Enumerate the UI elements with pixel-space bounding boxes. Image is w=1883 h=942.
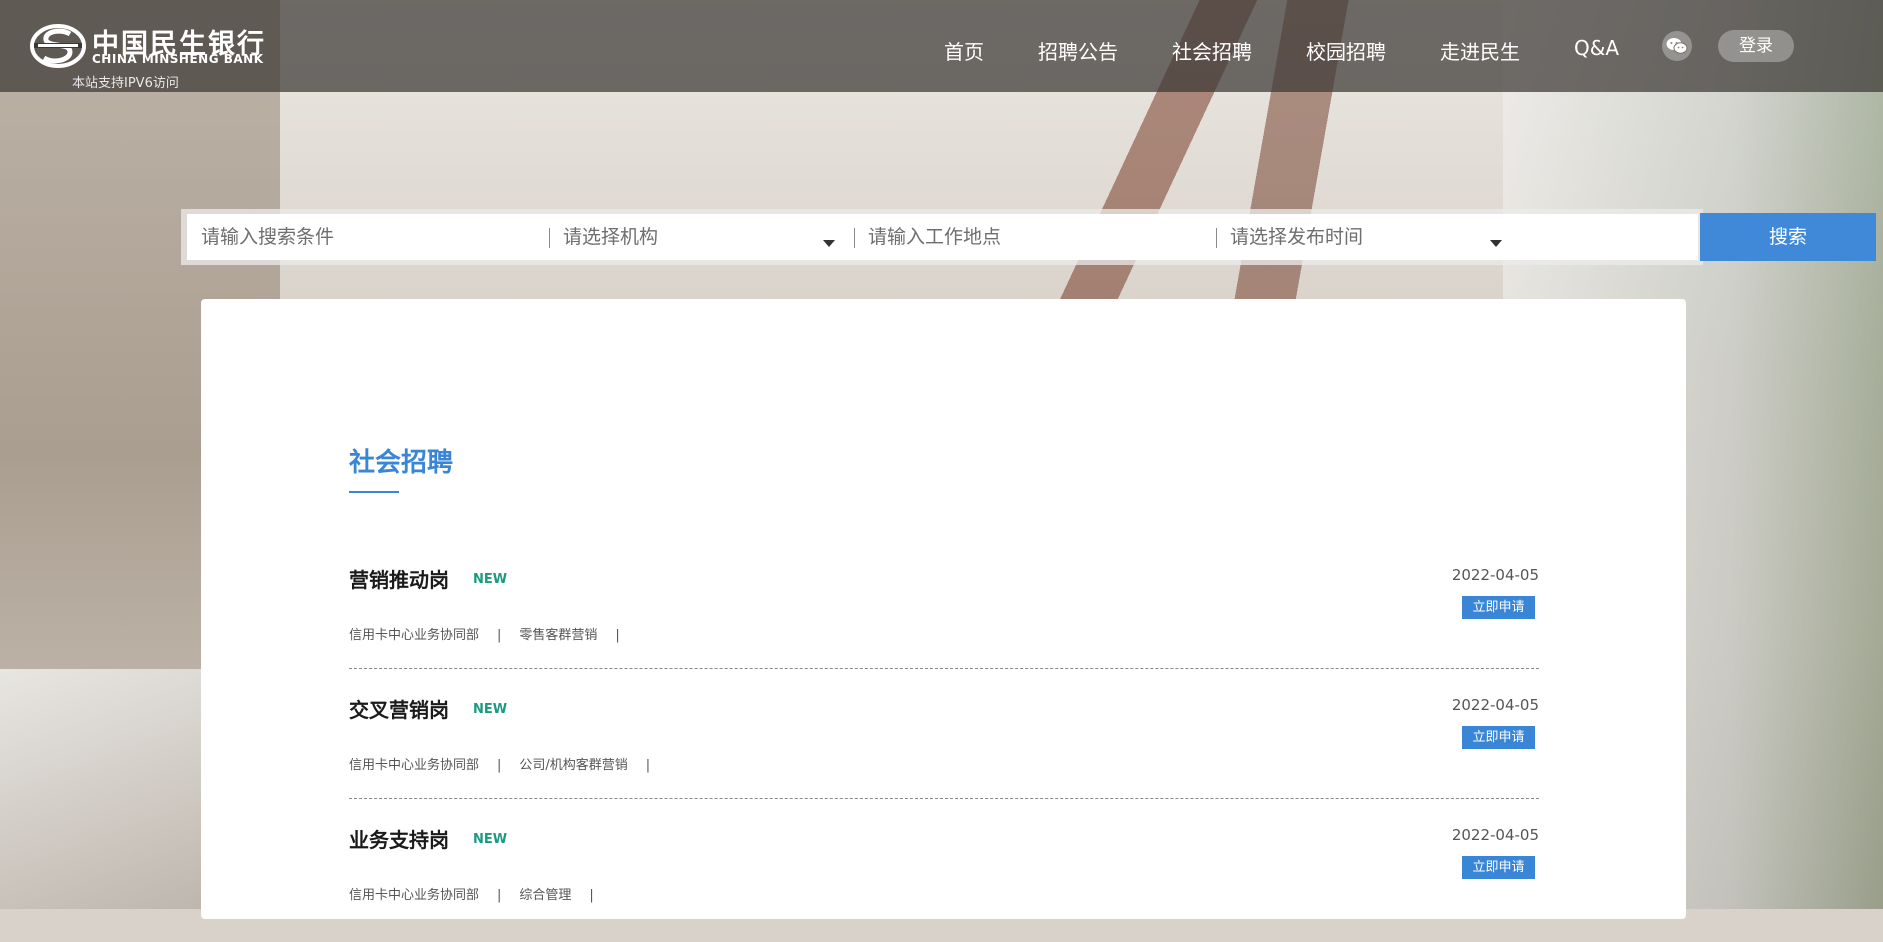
keyword-search-input[interactable]: 请输入搜索条件 — [201, 214, 531, 260]
time-chevron-down-icon — [1490, 240, 1502, 247]
search-button[interactable]: 搜索 — [1700, 213, 1876, 261]
org-chevron-down-icon — [823, 240, 835, 247]
meta-separator: | — [497, 628, 502, 643]
search-divider — [1216, 228, 1217, 248]
nav-item-announcements[interactable]: 招聘公告 — [1038, 36, 1118, 65]
job-item: 交叉营销岗 NEW 2022-04-05 立即申请 信用卡中心业务协同部 | 公司/… — [349, 682, 1539, 812]
nav-item-qa[interactable]: Q&A — [1574, 36, 1619, 60]
nav-item-social-recruitment[interactable]: 社会招聘 — [1172, 36, 1252, 65]
ipv6-notice: 本站支持IPV6访问 — [72, 76, 179, 91]
section-title-underline — [349, 491, 399, 493]
login-button[interactable]: 登录 — [1718, 30, 1794, 62]
job-list-card: 社会招聘 营销推动岗 NEW 2022-04-05 立即申请 信用卡中心业务协同… — [201, 299, 1686, 919]
job-divider — [349, 668, 1539, 669]
search-divider — [549, 228, 550, 248]
nav-item-campus-recruitment[interactable]: 校园招聘 — [1306, 36, 1386, 65]
job-department: 信用卡中心业务协同部 — [349, 628, 480, 643]
background-floor — [0, 669, 230, 909]
job-divider — [349, 798, 1539, 799]
job-title[interactable]: 交叉营销岗 — [349, 694, 449, 723]
search-divider — [854, 228, 855, 248]
search-fields: 请输入搜索条件 请选择机构 请输入工作地点 请选择发布时间 — [187, 214, 1698, 260]
job-category: 公司/机构客群营销 — [519, 758, 628, 773]
meta-separator: | — [645, 758, 651, 773]
job-title[interactable]: 营销推动岗 — [349, 564, 449, 593]
new-badge: NEW — [473, 832, 508, 847]
job-meta: 信用卡中心业务协同部 | 综合管理 | — [349, 884, 612, 903]
job-meta: 信用卡中心业务协同部 | 公司/机构客群营销 | — [349, 754, 668, 773]
job-date: 2022-04-05 — [1451, 696, 1539, 714]
job-title[interactable]: 业务支持岗 — [349, 824, 449, 853]
job-meta: 信用卡中心业务协同部 | 零售客群营销 | — [349, 624, 638, 643]
section-title: 社会招聘 — [349, 448, 454, 478]
job-category: 零售客群营销 — [519, 628, 598, 643]
job-category: 综合管理 — [519, 888, 572, 903]
meta-separator: | — [497, 758, 502, 773]
apply-button[interactable]: 立即申请 — [1462, 726, 1535, 749]
job-date: 2022-04-05 — [1451, 566, 1539, 584]
apply-button[interactable]: 立即申请 — [1462, 856, 1535, 879]
job-date: 2022-04-05 — [1451, 826, 1539, 844]
wechat-icon[interactable] — [1662, 31, 1692, 61]
search-bar: 请输入搜索条件 请选择机构 请输入工作地点 请选择发布时间 搜索 — [181, 209, 1876, 265]
publish-time-select[interactable]: 请选择发布时间 — [1230, 214, 1520, 260]
location-input[interactable]: 请输入工作地点 — [868, 214, 1198, 260]
job-department: 信用卡中心业务协同部 — [349, 758, 480, 773]
main-nav: 首页 招聘公告 社会招聘 校园招聘 走进民生 Q&A — [0, 36, 1883, 66]
job-department: 信用卡中心业务协同部 — [349, 888, 480, 903]
top-navigation-bar: 中国民生银行 CHINA MINSHENG BANK 本站支持IPV6访问 首页… — [0, 0, 1883, 92]
meta-separator: | — [615, 628, 620, 643]
new-badge: NEW — [473, 572, 508, 587]
nav-item-home[interactable]: 首页 — [944, 36, 984, 65]
apply-button[interactable]: 立即申请 — [1462, 596, 1535, 619]
org-select[interactable]: 请选择机构 — [563, 214, 853, 260]
wechat-glyph-icon — [1666, 38, 1688, 54]
job-item: 营销推动岗 NEW 2022-04-05 立即申请 信用卡中心业务协同部 | 零售客… — [349, 552, 1539, 682]
meta-separator: | — [497, 888, 502, 903]
new-badge: NEW — [473, 702, 508, 717]
job-item: 业务支持岗 NEW 2022-04-05 立即申请 信用卡中心业务协同部 | 综合管… — [349, 812, 1539, 942]
nav-item-about[interactable]: 走进民生 — [1440, 36, 1520, 65]
meta-separator: | — [589, 888, 594, 903]
